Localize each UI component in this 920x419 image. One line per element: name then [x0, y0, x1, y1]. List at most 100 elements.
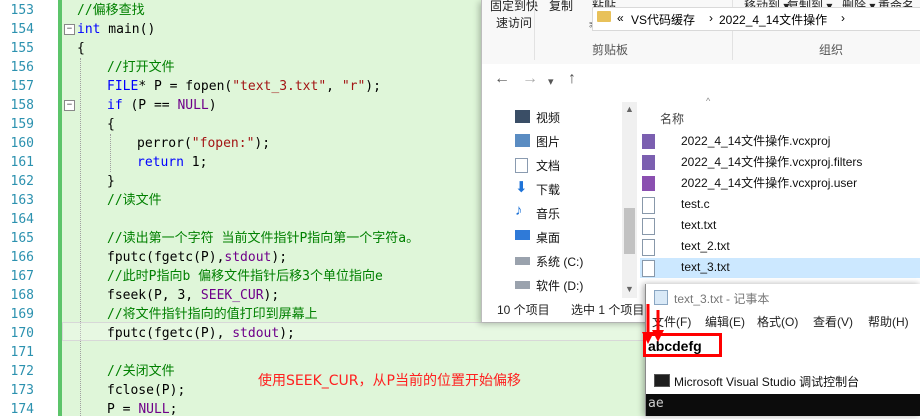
nav-item-videos[interactable]: 视频	[536, 109, 560, 126]
line-number: 155	[10, 41, 34, 56]
file-item[interactable]: test.c	[681, 194, 710, 214]
code-line[interactable]: fclose(P);	[107, 381, 185, 400]
breadcrumb-overflow[interactable]: «	[617, 11, 624, 25]
copy-button[interactable]: 复制	[549, 0, 573, 14]
file-item[interactable]: text_2.txt	[681, 236, 730, 256]
vcxproj-icon	[642, 134, 655, 149]
nav-scrollbar-thumb[interactable]	[624, 208, 635, 254]
code-line[interactable]: FILE* P = fopen("text_3.txt", "r");	[107, 77, 381, 96]
nav-item-documents[interactable]: 文档	[536, 157, 560, 174]
code-line[interactable]: //读出第一个字符 当前文件指针P指向第一个字符a。	[107, 229, 419, 248]
file-item[interactable]: 2022_4_14文件操作.vcxproj	[681, 131, 830, 151]
line-number-gutter: 153 154 155 156 157 158 159 160 161 162 …	[0, 0, 62, 417]
pictures-icon	[515, 134, 530, 147]
nav-item-desktop[interactable]: 桌面	[536, 229, 560, 246]
txt-file-icon	[642, 260, 655, 277]
line-number: 154	[10, 22, 34, 37]
vcxproj-filters-icon	[642, 155, 655, 170]
back-arrow-icon[interactable]: ←	[494, 70, 510, 88]
drive-c-icon	[515, 257, 530, 265]
desktop-icon	[515, 230, 530, 240]
nav-scrollbar[interactable]: ▲ ▼	[622, 102, 637, 298]
line-number: 164	[10, 212, 34, 227]
line-number: 159	[10, 117, 34, 132]
file-item[interactable]: text.txt	[681, 215, 716, 235]
nav-item-drive-c[interactable]: 系统 (C:)	[536, 253, 583, 270]
line-number: 161	[10, 155, 34, 170]
line-number: 169	[10, 307, 34, 322]
window-title: text_3.txt - 记事本	[674, 292, 770, 306]
recent-locations-chevron-icon[interactable]: ▾	[548, 75, 554, 88]
code-line[interactable]: fputc(fgetc(P), stdout);	[107, 324, 295, 343]
code-line[interactable]: if (P == NULL)	[107, 96, 217, 115]
nav-item-drive-d[interactable]: 软件 (D:)	[536, 277, 583, 294]
menu-help[interactable]: 帮助(H)	[868, 313, 909, 330]
code-line[interactable]: return 1;	[137, 153, 207, 172]
change-tracking-bar	[58, 0, 62, 416]
scroll-down-icon[interactable]: ▼	[625, 284, 634, 294]
menu-edit[interactable]: 编辑(E)	[705, 313, 745, 330]
code-line[interactable]: int main()	[77, 20, 155, 39]
console-output[interactable]: ae	[646, 394, 920, 416]
navigation-pane: 视频 图片 文档 ⬇ 下载 ♪ 音乐 桌面 系统 (C:) 软件 (D:)	[482, 102, 622, 298]
collapse-toggle-icon[interactable]: −	[64, 24, 75, 35]
nav-item-pictures[interactable]: 图片	[536, 133, 560, 150]
console-icon	[654, 374, 670, 387]
download-icon: ⬇	[515, 179, 528, 196]
indent-guide	[80, 58, 81, 416]
line-number: 166	[10, 250, 34, 265]
code-line[interactable]: //将文件指针指向的值打印到屏幕上	[107, 305, 318, 324]
code-line[interactable]: P = NULL;	[107, 400, 177, 419]
file-explorer-window[interactable]: 固定到快 速访问 复制 粘贴 ✂ 剪切 剪贴板 移动到 ▾ 复制到 ▾ 删除 ▾…	[481, 0, 920, 322]
collapse-toggle-icon[interactable]: −	[64, 100, 75, 111]
code-line[interactable]: //关闭文件	[107, 362, 175, 381]
code-line[interactable]: }	[107, 172, 115, 191]
code-line[interactable]: fseek(P, 3, SEEK_CUR);	[107, 286, 279, 305]
breadcrumb-item[interactable]: 2022_4_14文件操作	[719, 11, 827, 28]
column-header-name[interactable]: 名称	[660, 110, 684, 127]
code-line[interactable]: {	[77, 39, 85, 58]
address-bar[interactable]: « VS代码缓存 › 2022_4_14文件操作 ›	[592, 7, 920, 31]
c-file-icon	[642, 197, 655, 214]
line-number: 167	[10, 269, 34, 284]
forward-arrow-icon[interactable]: →	[522, 70, 538, 88]
console-title-bar[interactable]: Microsoft Visual Studio 调试控制台	[646, 366, 920, 394]
scroll-up-icon[interactable]: ▲	[625, 104, 634, 114]
breadcrumb-item[interactable]: VS代码缓存	[631, 11, 695, 28]
line-number: 156	[10, 60, 34, 75]
vcxproj-user-icon	[642, 176, 655, 191]
code-line[interactable]: perror("fopen:");	[137, 134, 270, 153]
code-line[interactable]: //打开文件	[107, 58, 175, 77]
breadcrumb-separator[interactable]: ›	[841, 11, 845, 25]
documents-icon	[515, 158, 528, 173]
file-item[interactable]: 2022_4_14文件操作.vcxproj.filters	[681, 152, 862, 172]
pin-quick-access-button[interactable]: 固定到快	[490, 0, 538, 14]
indent-guide	[110, 134, 111, 172]
annotation-text: 使用SEEK_CUR，从P当前的位置开始偏移	[258, 373, 521, 389]
line-number: 174	[10, 402, 34, 417]
breadcrumb-separator[interactable]: ›	[709, 11, 713, 25]
code-line[interactable]: //此时P指向b 偏移文件指针后移3个单位指向e	[107, 267, 383, 286]
console-title: Microsoft Visual Studio 调试控制台	[674, 375, 860, 389]
pin-quick-access-label: 速访问	[496, 16, 533, 30]
line-number: 153	[10, 3, 34, 18]
debug-console-window[interactable]: Microsoft Visual Studio 调试控制台 ae	[645, 366, 920, 416]
up-arrow-icon[interactable]: ↑	[568, 70, 576, 88]
code-line[interactable]: fputc(fgetc(P),stdout);	[107, 248, 287, 267]
nav-item-downloads[interactable]: 下载	[536, 181, 560, 198]
file-item[interactable]: 2022_4_14文件操作.vcxproj.user	[681, 173, 857, 193]
line-number: 162	[10, 174, 34, 189]
video-icon	[515, 110, 530, 123]
line-number: 171	[10, 345, 34, 360]
line-number: 165	[10, 231, 34, 246]
code-line[interactable]: //偏移查找	[77, 1, 145, 20]
menu-view[interactable]: 查看(V)	[813, 313, 853, 330]
line-number: 157	[10, 79, 34, 94]
file-item-selected[interactable]: text_3.txt	[681, 257, 730, 277]
line-number: 170	[10, 326, 34, 341]
code-line[interactable]: //读文件	[107, 191, 162, 210]
nav-item-music[interactable]: 音乐	[536, 205, 560, 222]
menu-format[interactable]: 格式(O)	[757, 313, 798, 330]
txt-file-icon	[642, 239, 655, 256]
code-line[interactable]: {	[107, 115, 115, 134]
